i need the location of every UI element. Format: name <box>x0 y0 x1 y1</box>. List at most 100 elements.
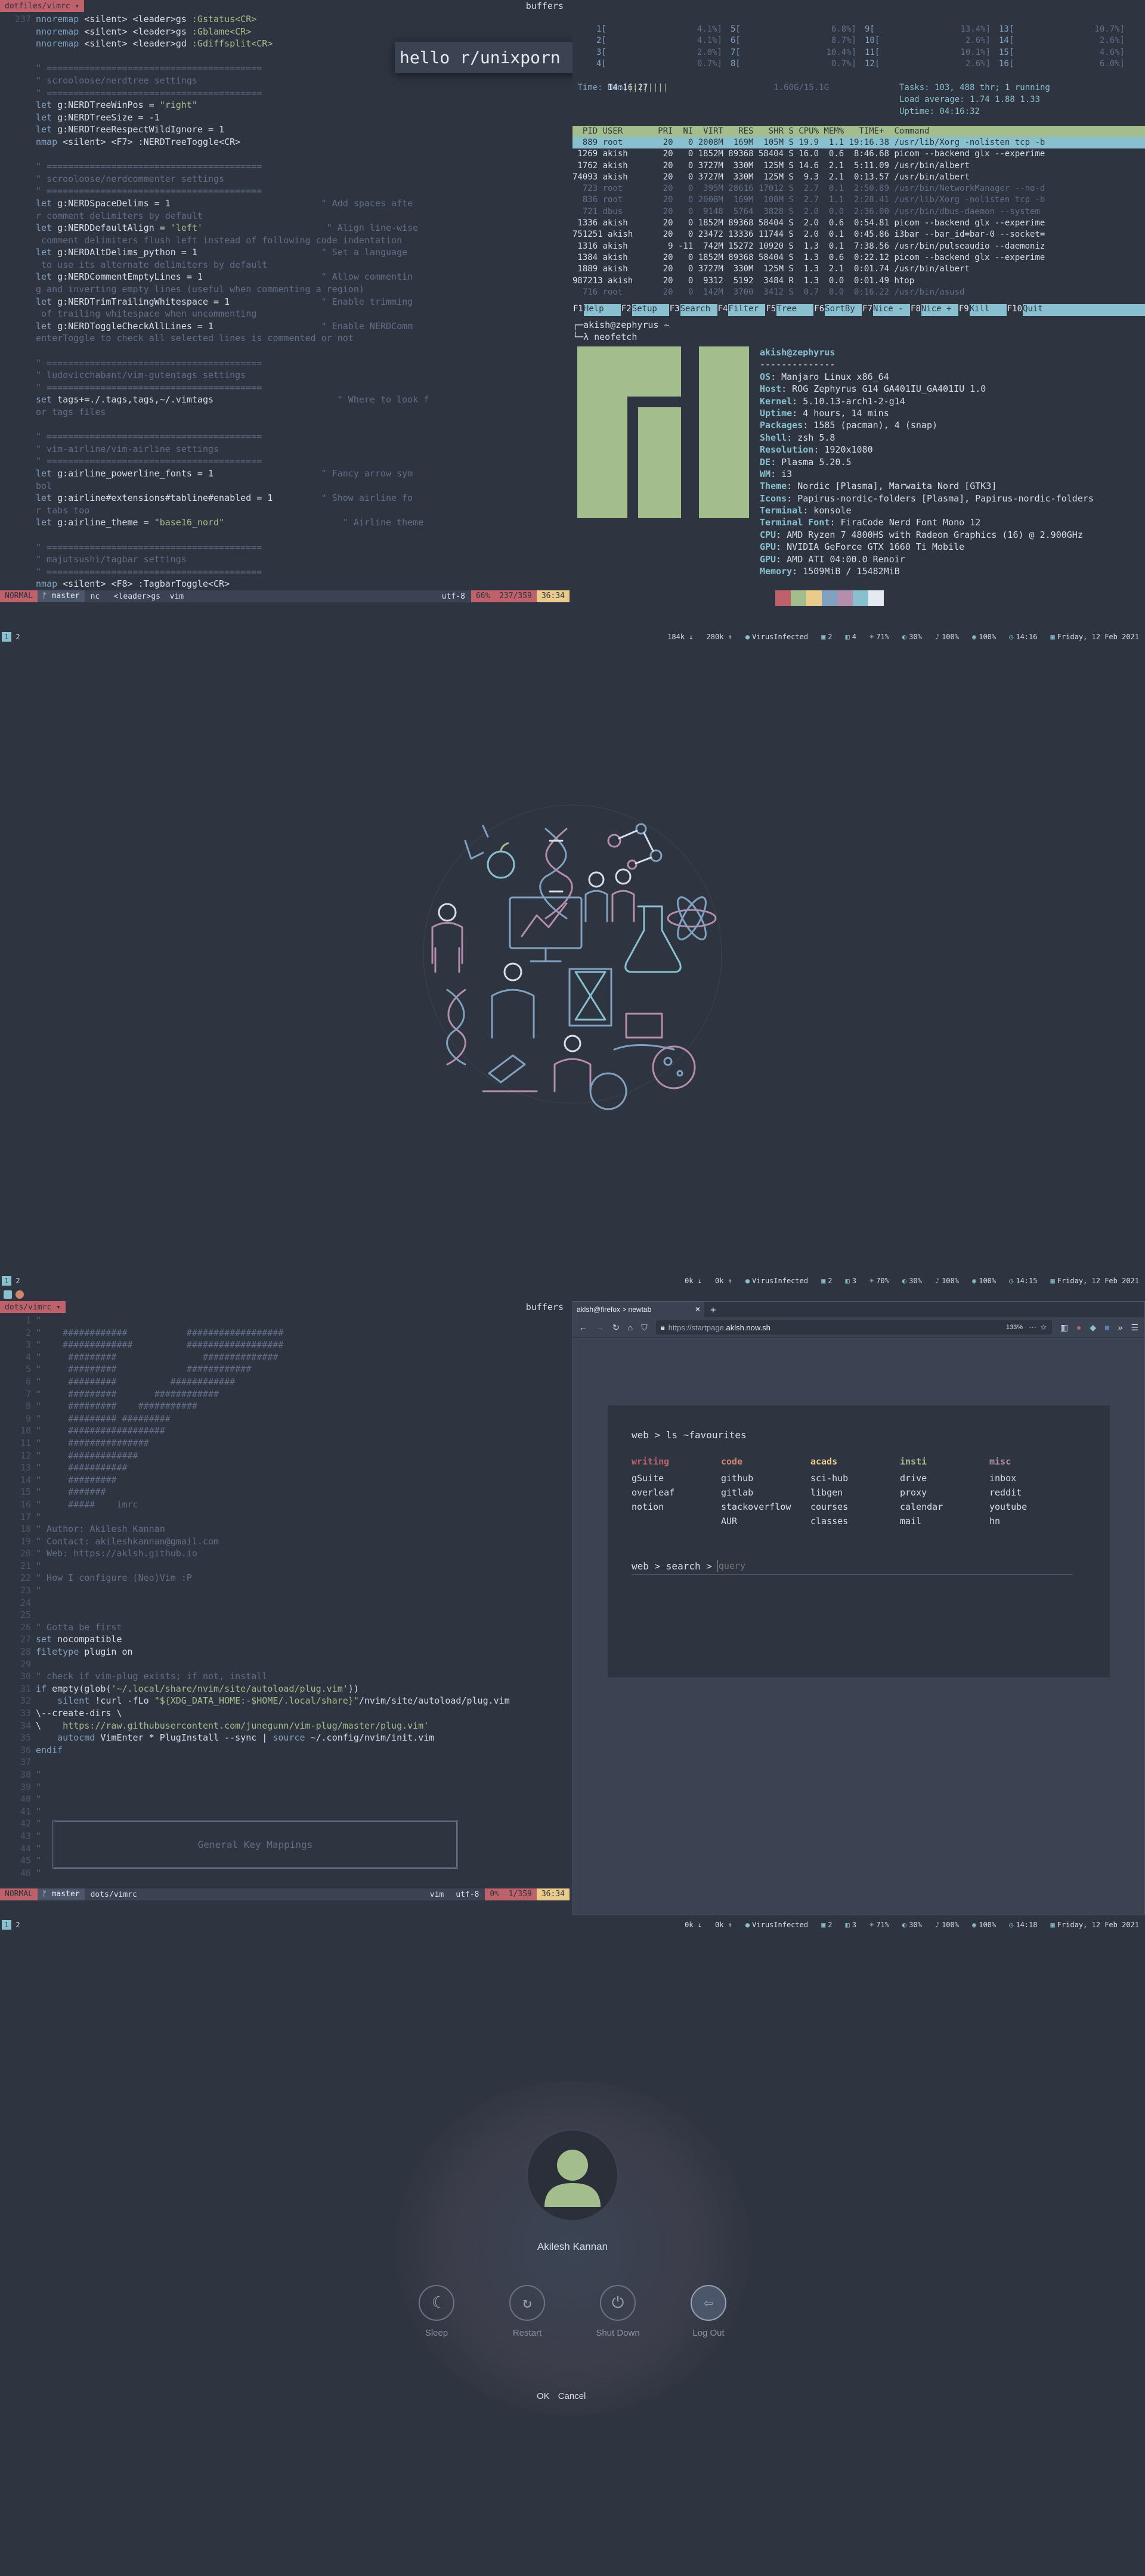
vim-pane[interactable]: dotfiles/vimrc ▾ buffers 237 nnoremap <si… <box>0 0 570 619</box>
menu-icon[interactable]: ☰ <box>1131 1323 1138 1333</box>
buffer-tab[interactable]: dotfiles/vimrc ▾ <box>0 0 85 12</box>
process-row[interactable]: 74093 akish 20 0 3727M 330M 125M S 9.3 2… <box>572 172 1145 183</box>
page-actions-icon[interactable]: ⋯ <box>1029 1323 1036 1332</box>
vim-editor[interactable]: 1 " 2 " ############ ################## 3 " #… <box>0 1314 570 1879</box>
favourite-link[interactable]: gitlab <box>721 1487 810 1498</box>
line-number: 27 <box>20 1634 31 1645</box>
vim-line: 9 " ######### ######### <box>0 1413 570 1425</box>
process-row[interactable]: 716 root 20 0 142M 3700 3412 S 0.7 0.0 0… <box>572 287 1145 298</box>
close-tab-icon[interactable]: ✕ <box>695 1305 701 1314</box>
favourite-link[interactable]: classes <box>810 1516 900 1527</box>
favourite-link[interactable]: calendar <box>900 1501 989 1512</box>
process-row[interactable]: 751251 akish 20 0 23472 13336 11744 S 2.… <box>572 229 1145 240</box>
firefox-window[interactable]: aklsh@firefox > newtab ✕ + ← → ↻ ⌂ ⛉ 🔒︎ h… <box>572 1301 1145 1915</box>
workspace-button[interactable]: 2 <box>13 1920 23 1930</box>
favourite-link[interactable]: AUR <box>721 1516 810 1527</box>
process-row[interactable]: 836 root 20 0 2008M 169M 108M S 2.7 1.1 … <box>572 194 1145 206</box>
process-row[interactable]: 1762 akish 20 0 3727M 330M 125M S 14.6 2… <box>572 160 1145 172</box>
library-icon[interactable]: ▥ <box>1060 1323 1068 1333</box>
reload-icon[interactable]: ↻ <box>612 1323 620 1333</box>
workspace-button[interactable]: 2 <box>13 632 23 642</box>
favourite-link[interactable]: libgen <box>810 1487 900 1498</box>
restart-button[interactable]: ↻ Restart <box>494 2285 560 2338</box>
vim-line: 20 " Web: https://aklsh.github.io <box>0 1547 570 1560</box>
shield-icon[interactable]: ⛉ <box>641 1323 648 1333</box>
process-row[interactable]: 721 dbus 20 0 9148 5764 3828 S 2.0 0.0 2… <box>572 206 1145 218</box>
home-icon[interactable]: ⌂ <box>628 1323 633 1332</box>
process-row[interactable]: 1384 akish 20 0 1852M 89368 58404 S 1.3 … <box>572 252 1145 264</box>
vim-line: 16 " ##### imrc <box>0 1498 570 1511</box>
process-list[interactable]: 889 root 20 0 2008M 169M 105M S 19.9 1.1… <box>572 137 1145 298</box>
workspace-button[interactable]: 1 <box>2 632 11 642</box>
back-icon[interactable]: ← <box>579 1323 587 1332</box>
forward-icon[interactable]: → <box>596 1323 604 1332</box>
sleep-button[interactable]: ☾ Sleep <box>404 2285 469 2338</box>
ublock-icon[interactable]: ● <box>1076 1323 1081 1332</box>
favourite-link[interactable]: drive <box>900 1473 989 1484</box>
vim-pane[interactable]: dots/vimrc ▾ buffers 1 " 2 " ############ #… <box>0 1301 570 1915</box>
process-row[interactable]: 1316 akish 9 -11 742M 15272 10920 S 1.3 … <box>572 241 1145 252</box>
vim-line: let g:NERDTreeWinPos = "right" <box>0 99 570 112</box>
favourite-link[interactable]: hn <box>989 1516 1079 1527</box>
vim-line: 39 " <box>0 1781 570 1794</box>
logout-button[interactable]: ⇦ Log Out <box>676 2285 741 2338</box>
code-token: https://raw.githubusercontent.com/junegu… <box>63 1720 429 1731</box>
cancel-button[interactable]: Cancel <box>558 2391 586 2401</box>
favourite-link[interactable]: github <box>721 1473 810 1484</box>
overflow-icon[interactable]: » <box>1118 1323 1123 1332</box>
code-token: source <box>273 1732 305 1744</box>
process-row[interactable]: 889 root 20 0 2008M 169M 105M S 19.9 1.1… <box>572 137 1145 149</box>
process-row[interactable]: 1269 akish 20 0 1852M 89368 58404 S 16.0… <box>572 148 1145 160</box>
buffer-tab[interactable]: dots/vimrc ▾ <box>0 1301 66 1313</box>
url-bar[interactable]: 🔒︎ https://startpage. aklsh.now.sh 133% ⋯… <box>655 1320 1052 1335</box>
line-number: 25 <box>20 1609 31 1621</box>
firefox-tab[interactable]: aklsh@firefox > newtab ✕ <box>573 1302 704 1317</box>
konsole-icon[interactable] <box>4 1290 12 1299</box>
favourite-link[interactable]: courses <box>810 1501 900 1512</box>
workspace-button[interactable]: 1 <box>2 1276 11 1286</box>
code-token: let <box>36 320 52 332</box>
favourite-link[interactable]: overleaf <box>632 1487 721 1498</box>
line-number: 28 <box>20 1646 31 1658</box>
workspace-button[interactable]: 1 <box>2 1920 11 1930</box>
new-tab-icon[interactable]: + <box>710 1304 716 1315</box>
line-number <box>0 504 36 517</box>
vim-line: let g:NERDCommentEmptyLines = 1 " Allow … <box>0 271 570 283</box>
git-branch: ᚠ master <box>37 590 85 602</box>
workspace-button[interactable]: 2 <box>13 1276 23 1286</box>
vim-editor[interactable]: 237 nnoremap <silent> <leader>gs :Gstatus… <box>0 13 570 590</box>
favourite-link[interactable]: reddit <box>989 1487 1079 1498</box>
zoom-level[interactable]: 133% <box>1006 1324 1023 1331</box>
privacy-icon[interactable]: ■ <box>1104 1323 1109 1332</box>
vim-line: let g:NERDToggleCheckAllLines = 1 " Enab… <box>0 320 570 333</box>
favourite-link[interactable]: gSuite <box>632 1473 721 1484</box>
htop-tasks: Tasks: 103, 488 thr; 1 running <box>899 83 1050 92</box>
code-token: " ################## <box>36 1425 165 1436</box>
htop-header: PID USER PRI NI VIRT RES SHR S CPU% MEM%… <box>572 126 1145 138</box>
favourite-link[interactable]: proxy <box>900 1487 989 1498</box>
ok-button[interactable]: OK <box>537 2391 550 2401</box>
status-text: 100% <box>942 1921 959 1929</box>
favourite-link[interactable]: mail <box>900 1516 989 1527</box>
process-row[interactable]: 723 root 20 0 395M 28616 17012 S 2.7 0.1… <box>572 183 1145 194</box>
process-row[interactable]: 1336 akish 20 0 1852M 89368 58404 S 2.0 … <box>572 218 1145 229</box>
favourite-link[interactable]: youtube <box>989 1501 1079 1512</box>
code-token: r comment delimiters by default <box>36 210 203 221</box>
favourite-link[interactable]: inbox <box>989 1473 1079 1484</box>
process-row[interactable]: 987213 akish 20 0 9312 5192 3484 R 1.3 0… <box>572 275 1145 287</box>
extension-icon[interactable]: ◆ <box>1090 1323 1096 1333</box>
bookmark-icon[interactable]: ☆ <box>1040 1323 1047 1332</box>
htop-pane[interactable]: 1[4.1%] 5[6.8%] 9[13.4%] 13[10.7%] 2[4.1%] 6[… <box>572 24 1145 322</box>
process-row[interactable]: 1889 akish 20 0 3727M 330M 125M S 1.3 2.… <box>572 264 1145 275</box>
line-number: 38 <box>20 1769 31 1780</box>
firefox-icon[interactable] <box>16 1290 24 1299</box>
favourite-link[interactable]: stackoverflow <box>721 1501 810 1512</box>
favourite-link[interactable]: sci-hub <box>810 1473 900 1484</box>
action-label: Restart <box>512 2328 542 2338</box>
status-item: ▣ 2 <box>821 1921 832 1929</box>
search-input[interactable] <box>716 1560 899 1572</box>
favourite-link[interactable]: notion <box>632 1501 721 1512</box>
power-button[interactable]: ⏻ Shut Down <box>585 2285 651 2338</box>
code-token: to use its alternate delimiters by defau… <box>36 259 268 270</box>
code-token: g:airline_powerline_fonts = 1 <box>52 467 321 479</box>
